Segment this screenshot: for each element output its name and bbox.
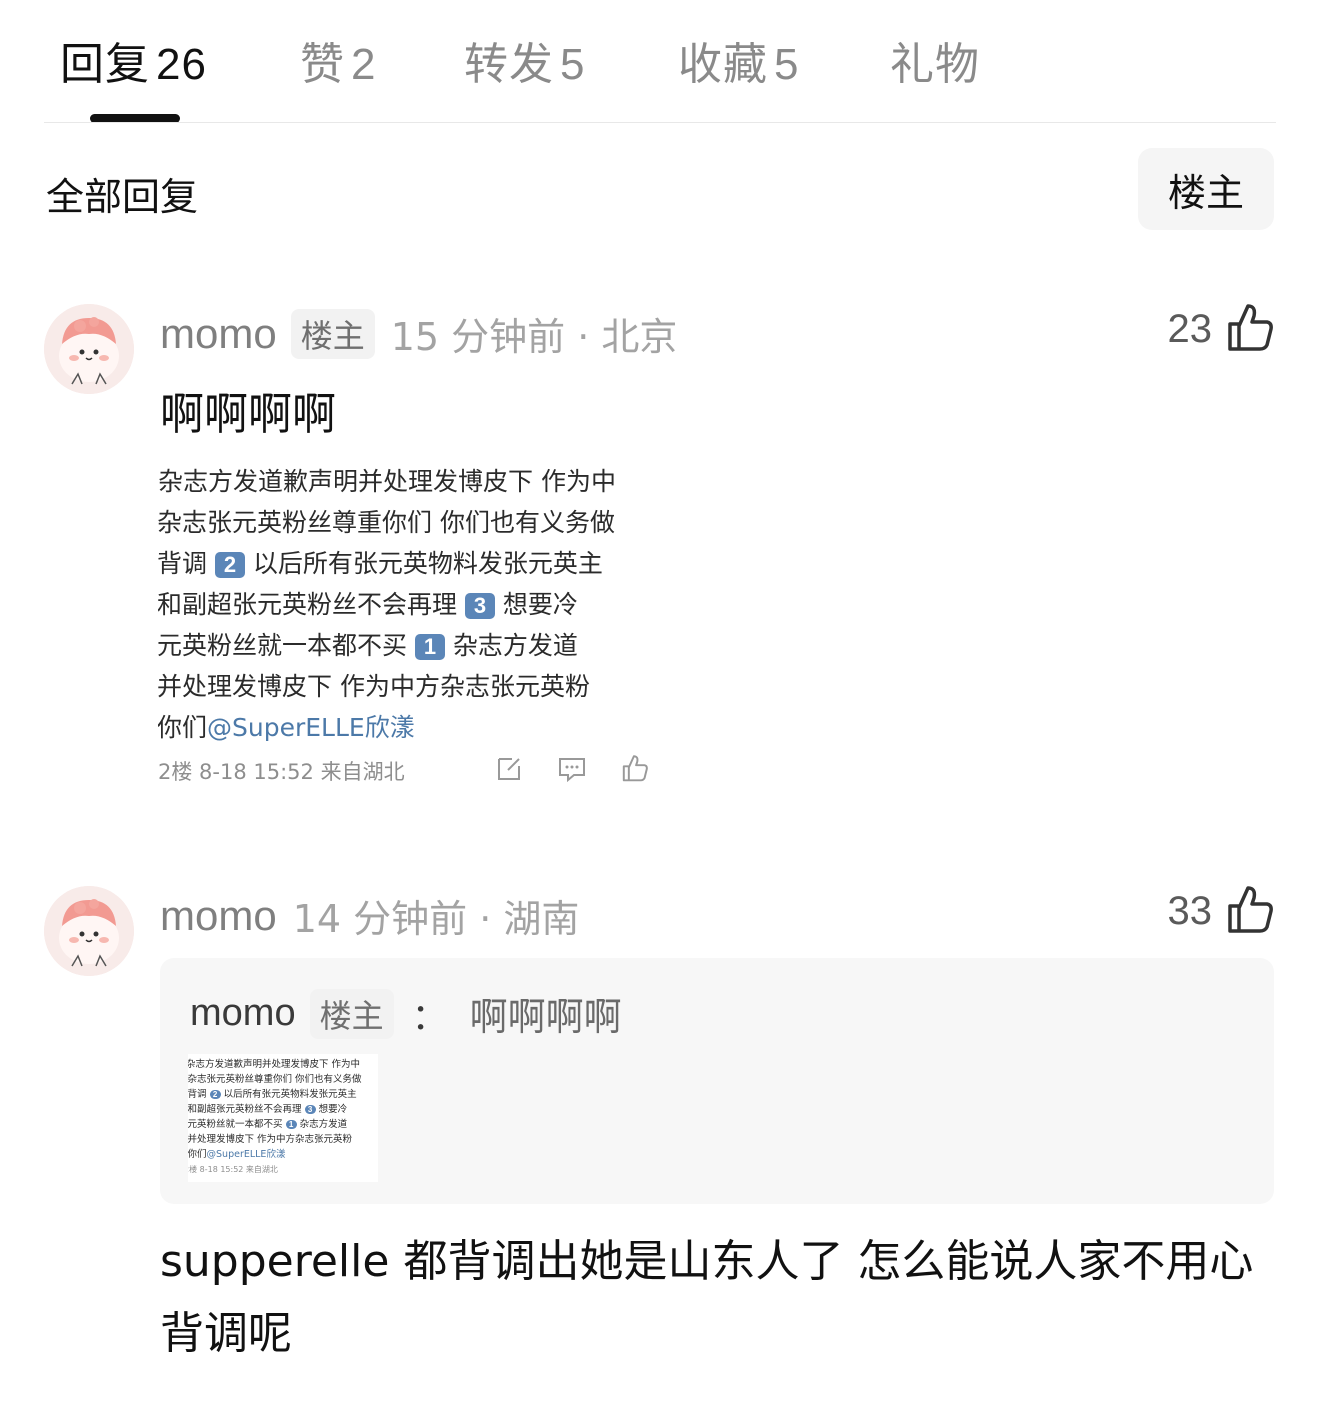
image-text-line: 杂志方发道歉声明并处理发博皮下 作为中 bbox=[158, 467, 616, 496]
image-text-line: 张元英粉丝就一本都不买 1 杂志方发道 bbox=[158, 626, 578, 662]
all-replies-label: 全部回复 bbox=[46, 175, 199, 219]
image-text: 以后所有张元英物料发张元英主 bbox=[223, 1089, 357, 1100]
comment-meta: momo 楼主 15 分钟前 · 北京 bbox=[160, 306, 677, 361]
number-badge: 3 bbox=[464, 593, 495, 619]
image-text: 超和副超张元英粉丝不会再理 bbox=[188, 1104, 302, 1115]
image-text-line: 好背调 2 以后所有张元英物料发张元英主 bbox=[188, 1086, 357, 1100]
image-footer: 2楼 8-18 15:52 来自湖北 bbox=[188, 1165, 278, 1174]
tab-favorites[interactable]: 收藏 5 bbox=[678, 28, 799, 92]
quote-image-thumbnail[interactable]: 杂志方发道歉声明并处理发博皮下 作为中 方杂志张元英粉丝尊重你们 你们也有义务做… bbox=[188, 1054, 378, 1182]
image-text-line: 超和副超张元英粉丝不会再理 3 想要冷 bbox=[158, 585, 578, 621]
image-text: 杂志方发道 bbox=[452, 631, 578, 660]
tab-gifts[interactable]: 礼物 bbox=[890, 28, 980, 92]
tab-count: 2 bbox=[351, 40, 377, 89]
comment-meta: momo 14 分钟前 · 湖南 bbox=[160, 888, 579, 943]
image-text: 好背调 bbox=[158, 549, 208, 578]
quote-colon: ： bbox=[411, 996, 448, 1038]
comment-image[interactable]: 杂志方发道歉声明并处理发博皮下 作为中 方杂志张元英粉丝尊重你们 你们也有义务做… bbox=[158, 456, 654, 796]
username[interactable]: momo bbox=[160, 310, 277, 358]
reply-tabs: 回复 26 赞2 转发 5 收藏 5 礼物 bbox=[0, 0, 1320, 124]
image-text-line: 张元英粉丝就一本都不买 1 杂志方发道 bbox=[188, 1116, 347, 1130]
number-badge: 3 bbox=[304, 1105, 316, 1114]
number-badge: 1 bbox=[285, 1120, 297, 1129]
thumbs-up-icon bbox=[622, 755, 648, 782]
number-badge: 2 bbox=[214, 552, 245, 578]
comment-icon bbox=[559, 758, 585, 782]
mention-link: @SuperELLE欣漾 bbox=[207, 713, 415, 742]
image-text-line: 杂志方发道歉声明并处理发博皮下 作为中 bbox=[188, 1059, 361, 1070]
edit-icon bbox=[498, 758, 520, 780]
image-text: 重你们 bbox=[188, 1149, 207, 1160]
tab-label: 收藏 bbox=[678, 39, 768, 90]
thumbs-up-icon bbox=[1226, 302, 1274, 356]
comment-text: supperelle 都背调出她是山东人了 怎么能说人家不用心背调呢 bbox=[160, 1236, 1254, 1359]
tab-replies[interactable]: 回复 26 bbox=[60, 28, 207, 92]
image-text: 杂志方发道 bbox=[299, 1119, 348, 1130]
quote-header: momo 楼主 ： 啊啊啊啊 bbox=[190, 986, 622, 1041]
thumbs-up-icon bbox=[1226, 884, 1274, 938]
image-text: 超和副超张元英粉丝不会再理 bbox=[158, 590, 458, 619]
image-text: 好背调 bbox=[188, 1089, 207, 1100]
image-text-line: 方杂志张元英粉丝尊重你们 你们也有义务做 bbox=[188, 1074, 362, 1085]
image-text: 重你们 bbox=[158, 713, 208, 742]
image-text-line: 方杂志张元英粉丝尊重你们 你们也有义务做 bbox=[158, 508, 615, 537]
image-text: 张元英粉丝就一本都不买 bbox=[158, 631, 408, 660]
image-text: 张元英粉丝就一本都不买 bbox=[188, 1119, 283, 1130]
number-badge: 1 bbox=[414, 634, 445, 660]
comment-text: 啊啊啊啊 bbox=[160, 389, 336, 440]
image-text: 以后所有张元英物料发张元英主 bbox=[252, 549, 603, 578]
tab-label: 礼物 bbox=[890, 39, 980, 90]
like-button[interactable]: 23 bbox=[1168, 302, 1275, 356]
username[interactable]: momo bbox=[160, 892, 277, 940]
time-location: 15 分钟前 · 北京 bbox=[390, 315, 678, 359]
quote-username[interactable]: momo bbox=[190, 992, 296, 1035]
image-text: 想要冷 bbox=[318, 1104, 348, 1115]
image-text-line: 明并处理发博皮下 作为中方杂志张元英粉 bbox=[158, 672, 590, 701]
mention-link: @SuperELLE欣漾 bbox=[206, 1149, 286, 1160]
like-count: 23 bbox=[1167, 306, 1213, 351]
tab-count: 5 bbox=[560, 40, 586, 89]
like-count: 33 bbox=[1167, 888, 1213, 933]
tab-label: 转发 bbox=[464, 39, 554, 90]
image-text-line: 明并处理发博皮下 作为中方杂志张元英粉 bbox=[188, 1134, 353, 1145]
image-text-line: 重你们@SuperELLE欣漾 bbox=[158, 708, 415, 744]
image-text: 想要冷 bbox=[502, 590, 578, 619]
time-location: 14 分钟前 · 湖南 bbox=[292, 897, 580, 941]
tab-label: 回复 bbox=[60, 39, 150, 90]
op-badge: 楼主 bbox=[309, 988, 394, 1039]
image-text-line: 好背调 2 以后所有张元英物料发张元英主 bbox=[158, 544, 603, 580]
avatar[interactable] bbox=[44, 304, 134, 394]
quote-text: 啊啊啊啊 bbox=[469, 995, 622, 1039]
tab-count: 5 bbox=[774, 40, 800, 89]
image-text-line: 超和副超张元英粉丝不会再理 3 想要冷 bbox=[188, 1101, 347, 1115]
tab-likes[interactable]: 赞2 bbox=[300, 28, 376, 92]
like-button[interactable]: 33 bbox=[1168, 884, 1275, 938]
avatar[interactable] bbox=[44, 886, 134, 976]
image-footer: 2楼 8-18 15:52 来自湖北 bbox=[158, 760, 405, 784]
op-only-button[interactable]: 楼主 bbox=[1138, 148, 1274, 230]
number-badge: 2 bbox=[209, 1090, 221, 1099]
op-badge: 楼主 bbox=[290, 308, 375, 359]
tab-label: 赞 bbox=[300, 39, 345, 90]
tab-count: 26 bbox=[156, 40, 207, 89]
image-text-line: 重你们@SuperELLE欣漾 bbox=[188, 1146, 285, 1160]
quoted-comment[interactable]: momo 楼主 ： 啊啊啊啊 杂志方发道歉声明并处理发博皮下 作为中 方杂志张元… bbox=[160, 958, 1274, 1204]
tabs-divider bbox=[44, 122, 1276, 123]
tab-reposts[interactable]: 转发 5 bbox=[464, 28, 585, 92]
